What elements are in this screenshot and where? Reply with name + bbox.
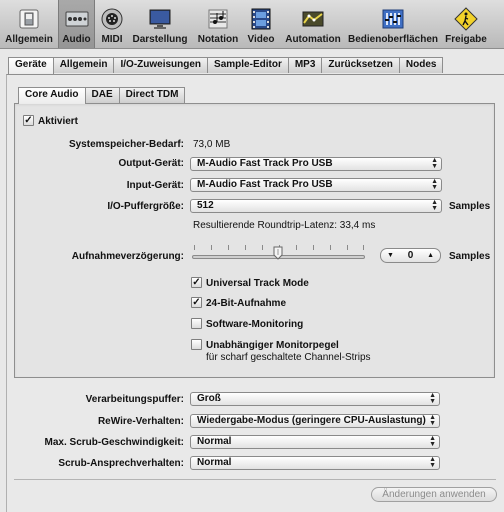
scrub-ansprechverhalten-popup[interactable]: Normal ▲ ▼ (190, 456, 440, 470)
preferences-toolbar: Allgemein Audio MIDI Darstellung Notatio… (0, 0, 504, 49)
systemspeicher-value: 73,0 MB (193, 139, 231, 150)
divider (14, 479, 496, 480)
notation-icon (208, 9, 228, 29)
rewire-label: ReWire-Verhalten: (97, 416, 184, 427)
toolbar-video[interactable]: Video (246, 0, 276, 48)
tab-nodes[interactable]: Nodes (398, 57, 444, 73)
toolbar-notation[interactable]: Notation (196, 0, 240, 48)
scrub-ansprechverhalten-value: Normal (197, 457, 232, 468)
rewire-popup[interactable]: Wiedergabe-Modus (geringere CPU-Auslastu… (190, 414, 440, 428)
toolbar-automation[interactable]: Automation (283, 0, 343, 48)
updown-arrows-icon: ▲ ▼ (429, 414, 436, 427)
universal-track-mode-label: Universal Track Mode (206, 278, 309, 289)
tab-mp3[interactable]: MP3 (287, 57, 323, 73)
latency-text: Resultierende Roundtrip-Latenz: 33,4 ms (193, 220, 376, 231)
control-surface-icon (382, 9, 404, 29)
delay-value: 0 (407, 250, 414, 261)
toolbar-darstellung[interactable]: Darstellung (130, 0, 190, 48)
input-geraet-label: Input-Gerät: (126, 180, 184, 191)
io-puffergroesse-popup[interactable]: 512 ▲ ▼ (190, 199, 442, 213)
updown-arrows-icon: ▲ ▼ (429, 435, 436, 448)
increment-icon[interactable]: ▲ (427, 249, 434, 262)
rewire-value: Wiedergabe-Modus (geringere CPU-Auslastu… (197, 415, 426, 426)
tab-sample-editor[interactable]: Sample-Editor (207, 57, 289, 73)
tab-direct-tdm[interactable]: Direct TDM (118, 87, 186, 103)
main-tabbar: Geräte Allgemein I/O-Zuweisungen Sample-… (8, 57, 444, 74)
io-puffergroesse-label: I/O-Puffergröße: (107, 201, 184, 212)
delay-unit-label: Samples (449, 251, 491, 262)
universal-track-mode-checkbox[interactable]: ✓ (191, 277, 202, 288)
verarbeitungspuffer-popup[interactable]: Groß ▲ ▼ (190, 392, 440, 406)
verarbeitungspuffer-value: Groß (197, 393, 221, 404)
tab-core-audio[interactable]: Core Audio (18, 87, 86, 104)
software-monitoring-label: Software-Monitoring (206, 319, 304, 330)
automation-icon (302, 11, 324, 27)
aktiviert-checkbox[interactable]: ✓ (23, 115, 34, 126)
toolbar-allgemein[interactable]: Allgemein (2, 0, 56, 48)
aufnahmeverzoegerung-label: Aufnahmeverzögerung: (71, 251, 184, 262)
output-geraet-value: M-Audio Fast Track Pro USB (197, 158, 333, 169)
toolbar-audio[interactable]: Audio (58, 0, 95, 48)
decrement-icon[interactable]: ▼ (387, 249, 394, 262)
unabhaengiger-monitorpegel-checkbox[interactable] (191, 339, 202, 350)
scrub-geschwindigkeit-value: Normal (197, 436, 232, 447)
toolbar-midi[interactable]: MIDI (98, 0, 126, 48)
scrub-ansprechverhalten-label: Scrub-Ansprechverhalten: (58, 458, 184, 469)
bit24-label: 24-Bit-Aufnahme (206, 298, 287, 309)
bit24-checkbox[interactable]: ✓ (191, 297, 202, 308)
output-geraet-popup[interactable]: M-Audio Fast Track Pro USB ▲ ▼ (190, 157, 442, 171)
unabhaengiger-monitorpegel-label: Unabhängiger Monitorpegel (206, 340, 339, 351)
updown-arrows-icon: ▲ ▼ (429, 392, 436, 405)
updown-arrows-icon: ▲ ▼ (429, 456, 436, 469)
verarbeitungspuffer-label: Verarbeitungspuffer: (85, 394, 184, 405)
input-geraet-popup[interactable]: M-Audio Fast Track Pro USB ▲ ▼ (190, 178, 442, 192)
tab-zuruecksetzen[interactable]: Zurücksetzen (321, 57, 400, 73)
device-tabbar: Core Audio DAE Direct TDM (18, 87, 186, 104)
updown-arrows-icon: ▲ ▼ (431, 178, 438, 191)
monitor-icon (149, 9, 171, 29)
aktiviert-label: Aktiviert (38, 116, 79, 127)
aufnahmeverzoegerung-stepper[interactable]: ▼ 0 ▲ (380, 248, 441, 263)
midi-connector-icon (101, 8, 123, 30)
apply-changes-button[interactable]: Änderungen anwenden (371, 487, 497, 502)
slider-knob[interactable] (273, 246, 283, 260)
share-sign-icon (454, 7, 478, 31)
io-puffergroesse-value: 512 (197, 200, 214, 211)
scrub-geschwindigkeit-popup[interactable]: Normal ▲ ▼ (190, 435, 440, 449)
tab-geraete[interactable]: Geräte (8, 57, 54, 74)
software-monitoring-checkbox[interactable] (191, 318, 202, 329)
switch-icon (19, 9, 39, 29)
buffer-unit-label: Samples (449, 201, 491, 212)
toolbar-bedienoberflaechen[interactable]: Bedienoberflächen (348, 0, 438, 48)
audio-interface-icon (65, 11, 88, 27)
toolbar-freigabe[interactable]: Freigabe (443, 0, 489, 48)
output-geraet-label: Output-Gerät: (118, 158, 184, 169)
updown-arrows-icon: ▲ ▼ (431, 157, 438, 170)
unabhaengiger-monitorpegel-sublabel: für scharf geschaltete Channel-Strips (206, 352, 371, 363)
tab-dae[interactable]: DAE (84, 87, 120, 103)
updown-arrows-icon: ▲ ▼ (431, 199, 438, 212)
tab-io-zuweisungen[interactable]: I/O-Zuweisungen (113, 57, 209, 73)
input-geraet-value: M-Audio Fast Track Pro USB (197, 179, 333, 190)
tab-allgemein[interactable]: Allgemein (52, 57, 115, 73)
scrub-geschwindigkeit-label: Max. Scrub-Geschwindigkeit: (44, 437, 184, 448)
systemspeicher-label: Systemspeicher-Bedarf: (68, 139, 184, 150)
film-icon (251, 8, 271, 30)
